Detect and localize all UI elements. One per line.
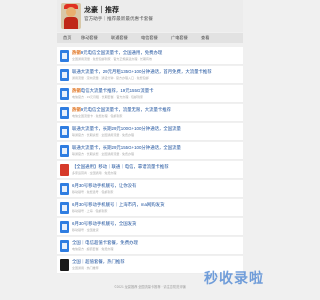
list-item[interactable]: 热销9元电信全国流量卡，流量无限，大流量卡推荐 电信全国流量卡 · 免费办理 · … (57, 104, 243, 122)
list-item[interactable]: 6月30号移动手机靓号｜上海市内，ma网购发货 移动靓号 · 上海 · 包邮到家 (57, 199, 243, 217)
site-subtitle: 官方助手｜推荐最新最优惠卡套餐 (84, 16, 153, 21)
site-header: 龙豪｜推荐 官方助手｜推荐最新最优惠卡套餐 (57, 0, 243, 32)
item-title-link[interactable]: 联通大流量卡，29元月租135G+100分钟通话，首月免费，大流量卡推荐 (72, 69, 240, 75)
item-description: 电信官方 · 超值套餐 · 免费办理 (72, 247, 114, 251)
logo-body-shape (64, 17, 78, 29)
item-title-link[interactable]: 联通大流量卡，长期29元155G+100分钟通话，全国流量 (72, 145, 240, 151)
item-description: 移动靓号 · 全国发货 (72, 228, 99, 232)
nav-item-home[interactable]: 首页 (63, 35, 71, 41)
list-item[interactable]: 热销9元电信全国流量卡，全国通用，免费办理 全国通用流量 · 免费包邮到家 · 官… (57, 47, 243, 65)
nav-item-broadcast[interactable]: 广电套餐 (171, 35, 188, 41)
item-description: 电信全国流量卡 · 免费办理 · 包邮到家 (72, 114, 123, 118)
item-title-text: 9元电信全国流量卡，流量无限，大流量卡推荐 (80, 107, 172, 112)
list-item[interactable]: 联通大流量卡，长期29元100G+100分钟通话，全国流量 联通官方 · 长期资费… (57, 123, 243, 141)
item-title-link[interactable]: 6月30号移动手机靓号｜上海市内，ma网购发货 (72, 202, 240, 208)
list-item[interactable]: 【全国通用】移动｜联通｜电信，靠谱流量卡推荐 多家运营商 · 全国通用 · 免费办… (57, 161, 243, 179)
item-title-link[interactable]: 6月30号移动手机靓号，让你没有 (72, 183, 240, 189)
list-item[interactable]: 全国｜电信超值卡套餐，免费办理 电信官方 · 超值套餐 · 免费办理 (57, 237, 243, 255)
item-title-text: 全国｜超值套餐，热门推荐 (72, 259, 125, 264)
item-thumbnail[interactable] (60, 107, 69, 119)
item-title-text: 9元电信全国流量卡，全国通用，免费办理 (80, 50, 163, 55)
nav-item-view[interactable]: 查看 (201, 35, 209, 41)
item-title-link[interactable]: 全国｜电信超值卡套餐，免费办理 (72, 240, 240, 246)
item-title-link[interactable]: 6月30号移动手机靓号，全国发货 (72, 221, 240, 227)
nav-item-unicom[interactable]: 联通套餐 (111, 35, 128, 41)
item-thumbnail[interactable] (60, 221, 69, 233)
item-description: 移动靓号 · 免费选号 · 包邮到家 (72, 190, 114, 194)
item-tag-badge: 热销 (72, 88, 81, 93)
list-item[interactable]: 联通大流量卡，长期29元155G+100分钟通话，全国流量 联通官方 · 长期资费… (57, 142, 243, 160)
page-container: 龙豪｜推荐 官方助手｜推荐最新最优惠卡套餐 首页 移动套餐 联通套餐 电信套餐 … (57, 0, 243, 300)
site-name[interactable]: 龙豪｜推荐 (84, 5, 119, 15)
item-thumbnail[interactable] (60, 259, 69, 271)
item-thumbnail[interactable] (60, 126, 69, 138)
item-title-text: 联通大流量卡，长期29元155G+100分钟通话，全国流量 (72, 145, 181, 150)
item-title-link[interactable]: 热销9元电信全国流量卡，流量无限，大流量卡推荐 (72, 107, 240, 113)
item-title-text: 联通大流量卡，29元月租135G+100分钟通话，首月免费，大流量卡推荐 (72, 69, 212, 74)
list-item[interactable]: 热销电信大流量卡推荐，19元155G流量卡 电信官方 · 19元月租 · 长期套餐… (57, 85, 243, 103)
item-thumbnail[interactable] (60, 69, 69, 81)
item-title-text: 全国｜电信超值卡套餐，免费办理 (72, 240, 138, 245)
item-description: 联通官方 · 长期资费 · 全国通用流量 · 免费办理 (72, 133, 134, 137)
item-thumbnail[interactable] (60, 88, 69, 100)
list-item[interactable]: 6月30号移动手机靓号，全国发货 移动靓号 · 全国发货 (57, 218, 243, 236)
item-description: 多家运营商 · 全国通用 · 免费办理 (72, 171, 117, 175)
item-thumbnail[interactable] (60, 50, 69, 62)
item-title-text: 6月30号移动手机靓号，让你没有 (72, 183, 137, 188)
item-tag-badge: 热销 (72, 107, 81, 112)
item-title-text: 6月30号移动手机靓号｜上海市内，ma网购发货 (72, 202, 165, 207)
item-description: 电信官方 · 19元月租 · 长期套餐 · 官方办理 · 包邮到家 (72, 95, 144, 99)
item-description: 联通官方 · 长期资费 · 全国通用流量 · 免费办理 (72, 152, 134, 156)
item-thumbnail[interactable] (60, 240, 69, 252)
item-thumbnail[interactable] (60, 164, 69, 176)
item-description: 移动靓号 · 上海 · 包邮到家 (72, 209, 108, 213)
item-title-link[interactable]: 【全国通用】移动｜联通｜电信，靠谱流量卡推荐 (72, 164, 240, 170)
item-title-link[interactable]: 联通大流量卡，长期29元100G+100分钟通话，全国流量 (72, 126, 240, 132)
nav-item-mobile[interactable]: 移动套餐 (81, 35, 98, 41)
logo-face-shape (66, 7, 76, 17)
main-nav: 首页 移动套餐 联通套餐 电信套餐 广电套餐 查看 (57, 33, 243, 43)
item-tag-badge: 热销 (72, 50, 81, 55)
list-item[interactable]: 联通大流量卡，29元月租135G+100分钟通话，首月免费，大流量卡推荐 通用流量… (57, 66, 243, 84)
nav-item-telecom[interactable]: 电信套餐 (141, 35, 158, 41)
item-title-text: 6月30号移动手机靓号，全国发货 (72, 221, 137, 226)
item-title-text: 联通大流量卡，长期29元100G+100分钟通话，全国流量 (72, 126, 181, 131)
item-title-link[interactable]: 全国｜超值套餐，热门推荐 (72, 259, 240, 265)
item-description: 全国通用流量 · 免费包邮到家 · 官方正规渠道办理 · 长期有效 (72, 57, 152, 61)
item-title-link[interactable]: 热销电信大流量卡推荐，19元155G流量卡 (72, 88, 240, 94)
item-thumbnail[interactable] (60, 183, 69, 195)
item-thumbnail[interactable] (60, 145, 69, 157)
site-logo[interactable] (61, 3, 81, 29)
item-title-text: 电信大流量卡推荐，19元155G流量卡 (80, 88, 154, 93)
list-item[interactable]: 6月30号移动手机靓号，让你没有 移动靓号 · 免费选号 · 包邮到家 (57, 180, 243, 198)
item-title-link[interactable]: 热销9元电信全国流量卡，全国通用，免费办理 (72, 50, 240, 56)
item-description: 通用流量 · 定向流量 · 通话分钟 · 官方办理入口 · 免费包邮 (72, 76, 149, 80)
watermark-logo: 秒收录啦 (204, 270, 264, 286)
item-thumbnail[interactable] (60, 202, 69, 214)
item-title-text: 【全国通用】移动｜联通｜电信，靠谱流量卡推荐 (72, 164, 169, 169)
